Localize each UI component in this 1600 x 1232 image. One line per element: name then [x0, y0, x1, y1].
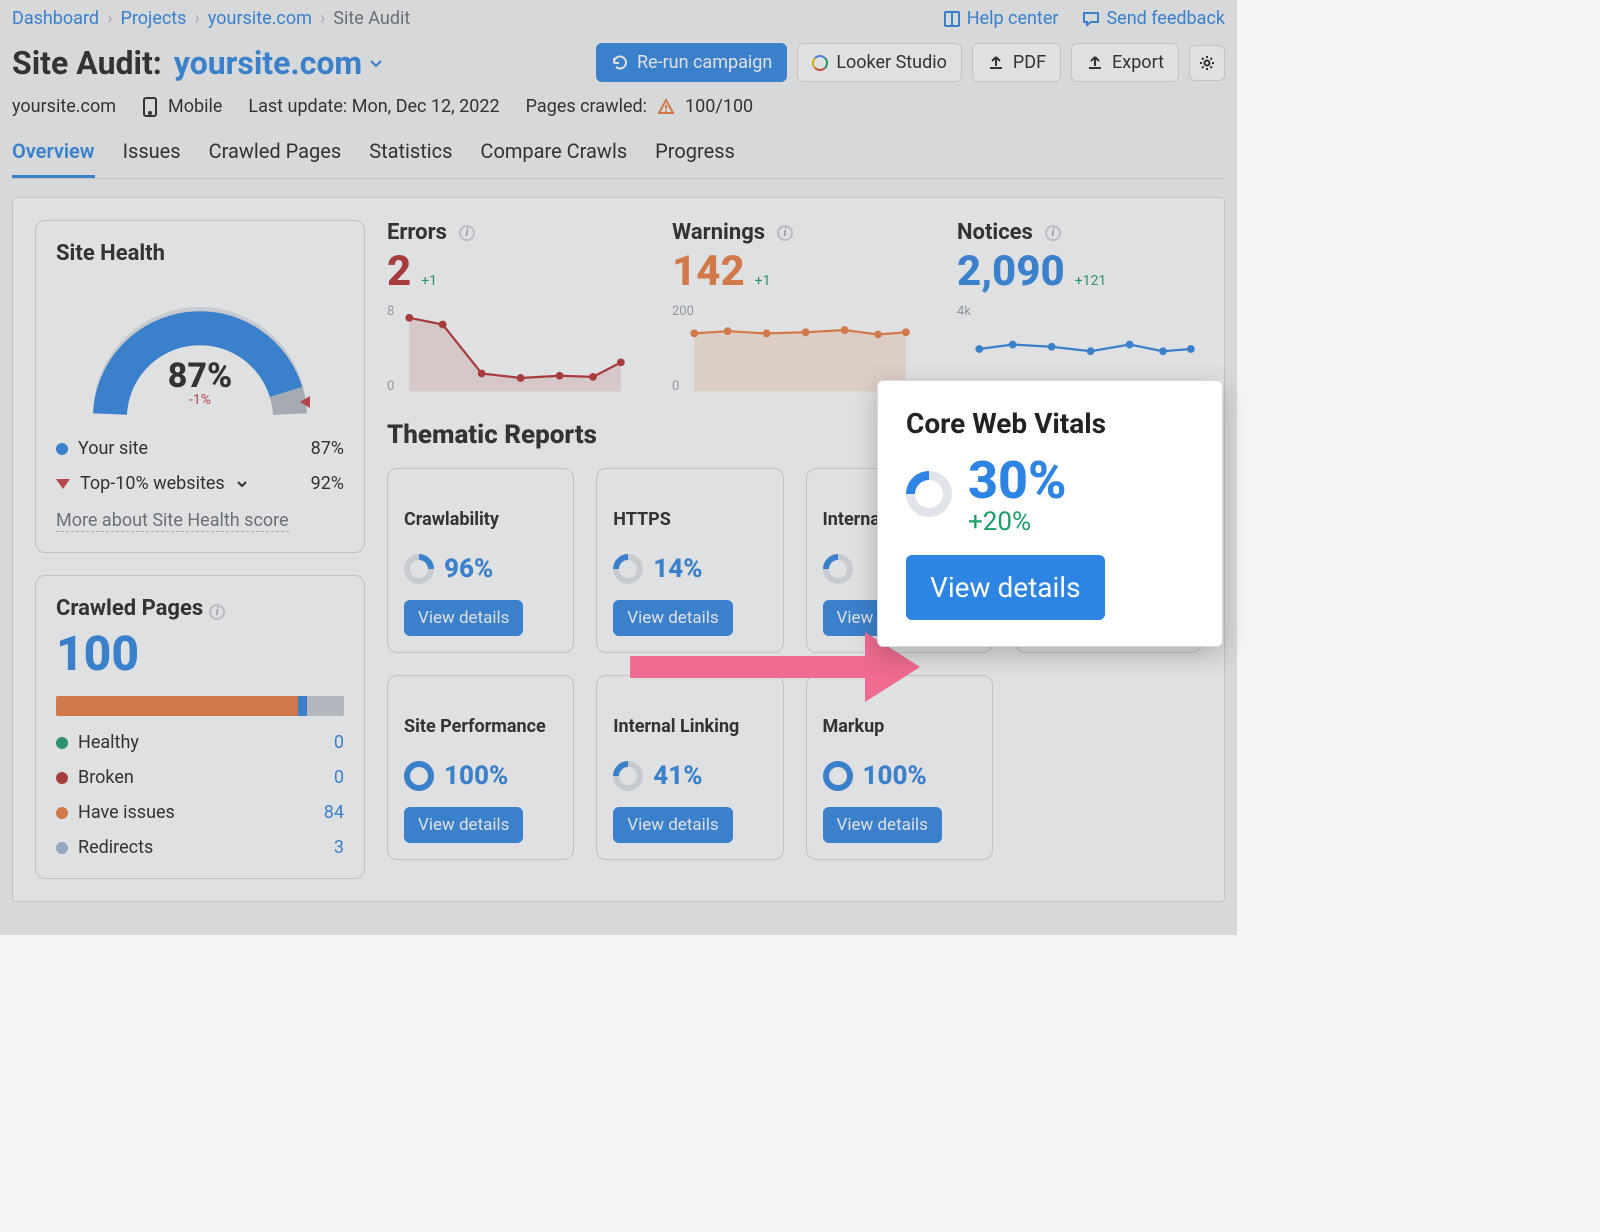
view-details-button[interactable]: View details	[613, 807, 732, 843]
legend-your-site: Your site	[78, 438, 148, 459]
popup-pct: 30%	[968, 450, 1067, 511]
legend-top10[interactable]: Top-10% websites	[56, 473, 249, 494]
site-health-card: Site Health 87% -1% Your site 87%	[35, 220, 365, 553]
send-feedback-link[interactable]: Send feedback	[1082, 8, 1225, 29]
tab-statistics[interactable]: Statistics	[369, 139, 452, 178]
help-center-link[interactable]: Help center	[943, 8, 1059, 29]
warning-icon	[657, 98, 675, 116]
progress-ring-icon	[816, 755, 858, 797]
gear-icon	[1198, 54, 1216, 72]
tab-issues[interactable]: Issues	[123, 139, 181, 178]
export-button[interactable]: Export	[1071, 43, 1179, 82]
progress-ring-icon	[398, 755, 440, 797]
info-icon[interactable]: i	[777, 225, 793, 241]
report-card: Site Performance 100% View details	[387, 675, 574, 860]
popup-ring-icon	[896, 461, 961, 526]
site-health-delta: -1%	[80, 392, 320, 408]
crumb-dashboard[interactable]: Dashboard	[12, 8, 99, 29]
summary-errors[interactable]: Errorsi 2+1 80	[387, 220, 632, 394]
meta-device: Mobile	[142, 96, 222, 117]
info-icon[interactable]: i	[1045, 225, 1061, 241]
page-title: Site Audit:	[12, 44, 162, 82]
crawled-pages-row[interactable]: Have issues84	[56, 802, 344, 823]
view-details-button[interactable]: View details	[823, 807, 942, 843]
report-pct: 100%	[863, 761, 927, 791]
legend-your-site-pct: 87%	[311, 438, 344, 459]
meta-domain: yoursite.com	[12, 96, 116, 117]
progress-ring-icon	[398, 548, 440, 590]
crumb-current: Site Audit	[333, 8, 410, 29]
report-pct: 14%	[653, 554, 702, 584]
crawled-pages-row[interactable]: Healthy0	[56, 732, 344, 753]
looker-studio-button[interactable]: Looker Studio	[797, 43, 962, 82]
crawled-pages-title: Crawled Pagesi	[56, 596, 344, 621]
info-icon[interactable]: i	[209, 604, 225, 620]
pdf-button[interactable]: PDF	[972, 43, 1061, 82]
mobile-icon	[142, 97, 158, 117]
report-card: Markup 100% View details	[806, 675, 993, 860]
tab-overview[interactable]: Overview	[12, 139, 95, 178]
meta-last-update: Last update: Mon, Dec 12, 2022	[248, 96, 499, 117]
report-title: HTTPS	[613, 509, 766, 530]
summary-warnings[interactable]: Warningsi 142+1 2000	[672, 220, 917, 394]
crawled-pages-row[interactable]: Redirects3	[56, 837, 344, 858]
view-details-button[interactable]: View details	[404, 807, 523, 843]
crumb-domain[interactable]: yoursite.com	[208, 8, 312, 29]
settings-button[interactable]	[1189, 45, 1225, 81]
progress-ring-icon	[816, 548, 858, 590]
tabs: Overview Issues Crawled Pages Statistics…	[12, 139, 1225, 179]
view-details-button[interactable]: View details	[404, 600, 523, 636]
popup-view-details-button[interactable]: View details	[906, 555, 1105, 620]
crumb-projects[interactable]: Projects	[120, 8, 186, 29]
report-title: Markup	[823, 716, 976, 737]
errors-sparkline: 80	[387, 304, 632, 394]
report-title: Internal Linking	[613, 716, 766, 737]
popup-delta: +20%	[968, 507, 1067, 537]
site-health-score: 87%	[80, 356, 320, 396]
looker-icon	[812, 55, 828, 71]
popup-title: Core Web Vitals	[906, 407, 1194, 440]
report-card: Internal Linking 41% View details	[596, 675, 783, 860]
rerun-campaign-button[interactable]: Re-run campaign	[596, 43, 787, 82]
chevron-down-icon	[368, 55, 384, 71]
upload-icon	[1086, 54, 1104, 72]
crawled-pages-row[interactable]: Broken0	[56, 767, 344, 788]
crawled-pages-bar	[56, 696, 344, 716]
report-pct: 100%	[444, 761, 508, 791]
site-health-title: Site Health	[56, 241, 344, 266]
report-card: HTTPS 14% View details	[596, 468, 783, 653]
info-icon[interactable]: i	[459, 225, 475, 241]
chat-icon	[1082, 10, 1100, 28]
tab-crawled-pages[interactable]: Crawled Pages	[209, 139, 342, 178]
chevron-down-icon	[235, 477, 249, 491]
upload-icon	[987, 54, 1005, 72]
refresh-icon	[611, 54, 629, 72]
meta-pages-crawled: Pages crawled: 100/100	[526, 96, 754, 117]
site-health-gauge: 87% -1%	[80, 284, 320, 424]
report-card: Crawlability 96% View details	[387, 468, 574, 653]
core-web-vitals-popup: Core Web Vitals 30% +20% View details	[877, 380, 1223, 647]
report-pct: 96%	[444, 554, 493, 584]
tab-progress[interactable]: Progress	[655, 139, 735, 178]
report-title: Site Performance	[404, 716, 557, 737]
summary-notices[interactable]: Noticesi 2,090+121 4k	[957, 220, 1202, 394]
view-details-button[interactable]: View details	[613, 600, 732, 636]
tab-compare-crawls[interactable]: Compare Crawls	[480, 139, 627, 178]
report-title: Crawlability	[404, 509, 557, 530]
crawled-pages-total: 100	[56, 625, 344, 682]
project-selector[interactable]: yoursite.com	[174, 44, 384, 82]
report-pct: 41%	[653, 761, 702, 791]
legend-top10-pct: 92%	[311, 473, 344, 494]
progress-ring-icon	[607, 548, 649, 590]
book-icon	[943, 10, 961, 28]
crawled-pages-card: Crawled Pagesi 100 Healthy0 Broken0 Have i…	[35, 575, 365, 879]
progress-ring-icon	[607, 755, 649, 797]
more-about-site-health-link[interactable]: More about Site Health score	[56, 510, 289, 532]
